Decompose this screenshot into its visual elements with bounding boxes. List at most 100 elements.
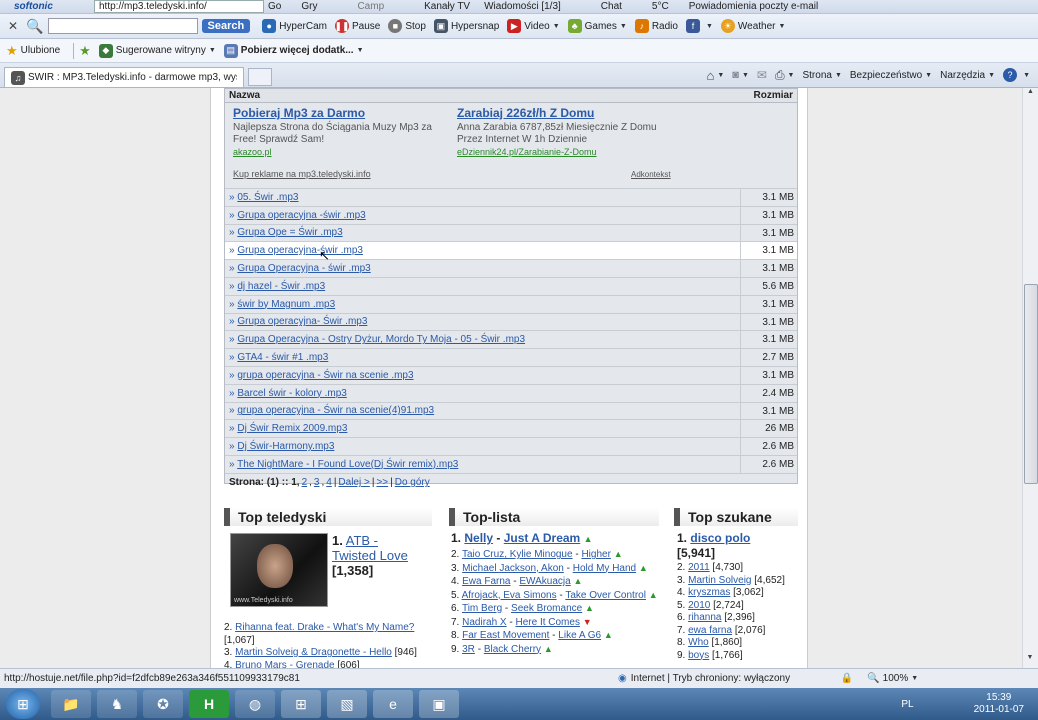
file-link[interactable]: Barcel świr - kolory .mp3: [237, 388, 346, 399]
search-term-link[interactable]: 2011: [688, 562, 710, 573]
hypersnap-button[interactable]: ▣ Hypersnap: [433, 19, 499, 33]
close-icon[interactable]: ✕: [8, 19, 18, 33]
page-4-link[interactable]: 4: [326, 477, 332, 488]
song-link[interactable]: Hold My Hand: [573, 563, 636, 574]
page-3-link[interactable]: 3: [314, 477, 320, 488]
artist-link[interactable]: Nadirah X: [462, 617, 506, 628]
song-link[interactable]: Higher: [581, 549, 610, 560]
ulubione-button[interactable]: ★ Ulubione: [6, 43, 60, 59]
file-row[interactable]: » dj hazel - Świr .mp3 5.6 MB: [225, 277, 797, 296]
search-term-link[interactable]: Martin Solveig: [688, 575, 751, 586]
file-link[interactable]: GTA4 - świr #1 .mp3: [237, 352, 328, 363]
ad-title[interactable]: Pobieraj Mp3 za Darmo: [233, 107, 443, 119]
chat-button[interactable]: Chat: [601, 1, 622, 12]
top-video-artist[interactable]: ATB -: [346, 533, 378, 548]
windows-media-icon[interactable]: ⊞: [281, 690, 321, 718]
search-term-link[interactable]: Who: [688, 637, 709, 648]
zone-label[interactable]: Internet | Tryb chroniony: wyłączony: [631, 673, 841, 684]
temperature-label[interactable]: 5°C: [652, 1, 669, 12]
file-row[interactable]: » świr by Magnum .mp3 3.1 MB: [225, 295, 797, 314]
file-row[interactable]: » Dj Świr-Harmony.mp3 2.6 MB: [225, 438, 797, 456]
tab-active[interactable]: ♫ ŚWIR : MP3.Teledyski.info - darmowe mp…: [4, 66, 244, 87]
file-link[interactable]: dj hazel - Świr .mp3: [237, 281, 325, 292]
file-link[interactable]: grupa operacyjna - Świr na scenie .mp3: [237, 370, 413, 381]
search-term-link[interactable]: ewa farna: [688, 625, 732, 636]
hypercam-button[interactable]: ● HyperCam: [262, 19, 327, 33]
softonic-logo[interactable]: softonic: [14, 1, 94, 12]
search-term-link[interactable]: boys: [688, 650, 709, 661]
scroll-thumb[interactable]: [1024, 284, 1038, 484]
artist-link[interactable]: 3R: [462, 644, 475, 655]
file-row[interactable]: » The NightMare - I Found Love(Dj Świr r…: [225, 455, 797, 474]
firefox-icon[interactable]: ◍: [235, 690, 275, 718]
camp-button[interactable]: Camp: [357, 1, 384, 12]
pobierz-dodatki-button[interactable]: ▤ Pobierz więcej dodatk... ▼: [223, 43, 364, 58]
search-button[interactable]: Search: [201, 19, 251, 33]
scroll-down-arrow[interactable]: ▼: [1023, 654, 1037, 668]
song-link[interactable]: Take Over Control: [565, 590, 646, 601]
media-icon[interactable]: ✪: [143, 690, 183, 718]
file-link[interactable]: 05. Świr .mp3: [237, 192, 298, 203]
file-link[interactable]: Grupa Operacyjna - świr .mp3: [237, 263, 370, 274]
video-link[interactable]: Bruno Mars - Grenade: [235, 660, 335, 669]
pause-button[interactable]: ❚❚ Pause: [334, 19, 380, 33]
next-page-link[interactable]: Dalej >: [338, 477, 369, 488]
ad-2[interactable]: Zarabiaj 226zł/h Z Domu Anna Zarabia 678…: [457, 107, 667, 158]
top-search-term[interactable]: disco polo: [690, 531, 750, 545]
image-viewer-icon[interactable]: ▧: [327, 690, 367, 718]
artist-link[interactable]: Michael Jackson, Akon: [462, 563, 564, 574]
powiadomienia-button[interactable]: Powiadomienia poczty e-mail: [689, 1, 819, 12]
mail-button[interactable]: ✉: [757, 68, 767, 82]
artist-link[interactable]: Taio Cruz, Kylie Minogue: [462, 549, 573, 560]
language-indicator[interactable]: PL: [901, 699, 913, 710]
ad-url[interactable]: eDziennik24.pl/Zarabianie-Z-Domu: [457, 146, 667, 158]
video-button[interactable]: ▶ Video ▼: [507, 19, 560, 33]
song-link[interactable]: EWAkuacja: [519, 576, 570, 587]
ad-title[interactable]: Zarabiaj 226zł/h Z Domu: [457, 107, 667, 119]
song-link[interactable]: Here It Comes: [515, 617, 579, 628]
back-to-top-link[interactable]: Do góry: [395, 477, 430, 488]
print-button[interactable]: ⎙ ▼: [775, 68, 795, 83]
file-link[interactable]: Grupa operacyjna -świr .mp3: [237, 210, 365, 221]
go-button[interactable]: Go: [268, 1, 281, 12]
internet-explorer-icon[interactable]: e: [373, 690, 413, 718]
file-row[interactable]: » Grupa Operacyjna - świr .mp3 3.1 MB: [225, 260, 797, 278]
hypercam-taskbar-icon[interactable]: ▣: [419, 690, 459, 718]
app-icon[interactable]: ♞: [97, 690, 137, 718]
ad-url[interactable]: akazoo.pl: [233, 146, 443, 158]
help-button[interactable]: ? ▼: [1003, 68, 1030, 82]
file-row[interactable]: » Barcel świr - kolory .mp3 2.4 MB: [225, 384, 797, 403]
top-video-song[interactable]: Twisted Love: [332, 548, 408, 563]
kanaly-button[interactable]: Kanały TV: [424, 1, 470, 12]
file-link[interactable]: grupa operacyjna - Świr na scenie(4)91.m…: [237, 405, 434, 416]
song-link[interactable]: Black Cherry: [484, 644, 541, 655]
page-2-link[interactable]: 2: [302, 477, 308, 488]
file-link[interactable]: Dj Świr-Harmony.mp3: [237, 441, 334, 452]
search-term-link[interactable]: 2010: [688, 600, 710, 611]
file-link[interactable]: Grupa Operacyjna - Ostry Dyżur, Mordo Ty…: [237, 334, 525, 345]
wiadomosci-button[interactable]: Wiadomości [1/3]: [484, 1, 561, 12]
artist-link[interactable]: Afrojack, Eva Simons: [462, 590, 557, 601]
search-input[interactable]: [47, 18, 198, 34]
hypersnap-taskbar-icon[interactable]: H: [189, 690, 229, 718]
top-lista-artist[interactable]: Nelly: [464, 531, 493, 545]
search-icon[interactable]: 🔍: [26, 18, 43, 35]
artist-link[interactable]: Ewa Farna: [462, 576, 510, 587]
buy-ad-link[interactable]: Kup reklame na mp3.teledyski.info: [233, 169, 371, 179]
zoom-level[interactable]: 100%: [883, 673, 909, 684]
video-thumbnail[interactable]: www.Teledyski.info: [230, 533, 328, 607]
home-button[interactable]: ⌂ ▼: [706, 68, 724, 83]
song-link[interactable]: Seek Bromance: [511, 603, 582, 614]
file-row[interactable]: » Grupa operacyjna-świr .mp3 3.1 MB: [225, 242, 797, 261]
song-link[interactable]: Like A G6: [558, 630, 601, 641]
top-lista-song[interactable]: Just A Dream: [504, 531, 580, 545]
ad-1[interactable]: Pobieraj Mp3 za Darmo Najlepsza Strona d…: [233, 107, 443, 158]
file-link[interactable]: Grupa Ope = Świr .mp3: [237, 227, 342, 238]
file-row[interactable]: » grupa operacyjna - Świr na scenie .mp3…: [225, 366, 797, 385]
file-link[interactable]: Grupa operacyjna- Świr .mp3: [237, 316, 367, 327]
file-row[interactable]: » Grupa operacyjna- Świr .mp3 3.1 MB: [225, 313, 797, 332]
search-term-link[interactable]: kryszmas: [688, 587, 730, 598]
last-page-link[interactable]: >>: [376, 477, 388, 488]
file-row[interactable]: » Grupa operacyjna -świr .mp3 3.1 MB: [225, 206, 797, 225]
artist-link[interactable]: Far East Movement: [462, 630, 549, 641]
